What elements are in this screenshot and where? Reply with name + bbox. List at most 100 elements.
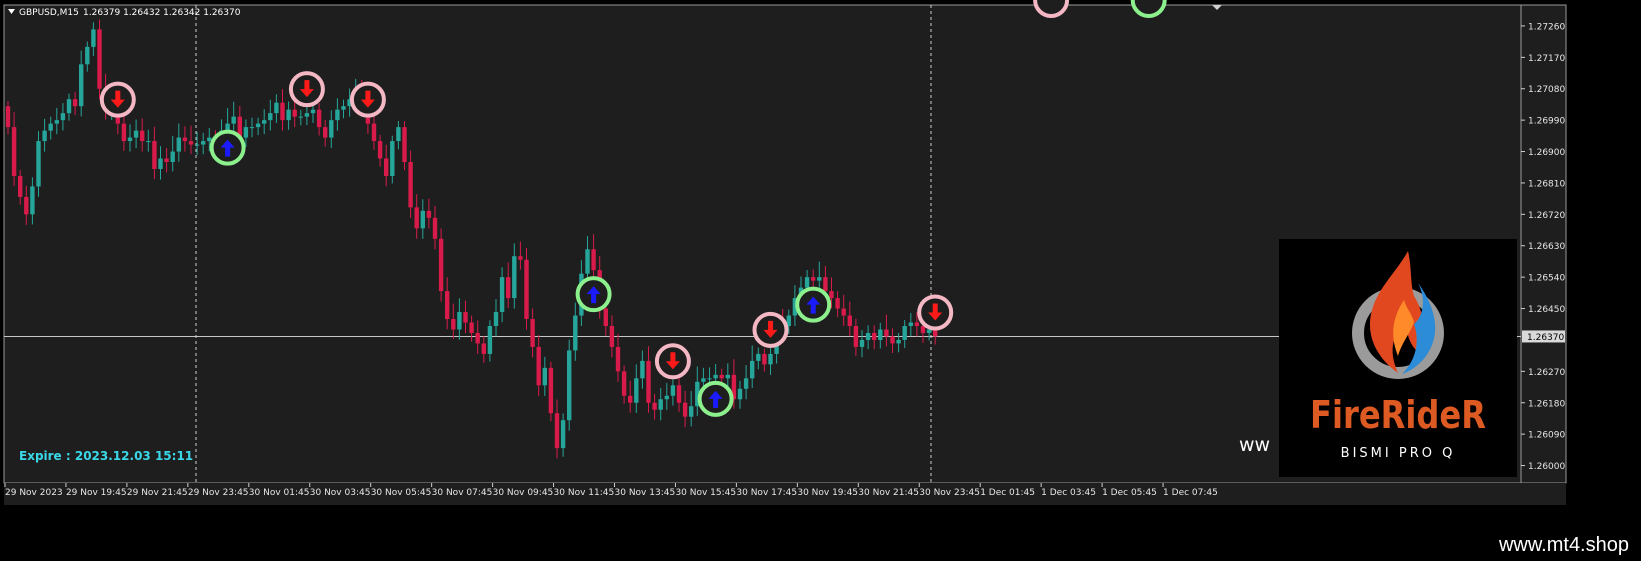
price-tick-label: 1.26900	[1528, 148, 1565, 158]
candle-body	[164, 158, 169, 163]
candle-body	[725, 374, 730, 379]
candle	[97, 19, 102, 100]
candle-body	[176, 137, 181, 152]
sell-signal-marker[interactable]	[99, 81, 136, 118]
candle-body	[768, 353, 773, 365]
buy-signal-marker[interactable]	[575, 276, 612, 313]
signal-ring-sell	[1033, 0, 1070, 18]
time-tick-label: 29 Nov 2023	[5, 488, 63, 498]
candle-body	[481, 343, 486, 354]
time-tick-label: 29 Nov 19:45	[66, 488, 127, 498]
candle-body	[743, 378, 749, 389]
candle-body	[268, 113, 273, 121]
candle-body	[249, 127, 255, 129]
sell-signal-marker[interactable]	[1033, 0, 1070, 18]
candle-body	[243, 127, 249, 138]
candle-body	[201, 141, 206, 145]
candle-body	[933, 329, 938, 337]
price-tick-label: 1.26450	[1528, 305, 1565, 315]
candle-body	[536, 346, 541, 386]
logo-subtitle: BISMI PRO Q	[1341, 446, 1456, 461]
sell-signal-marker[interactable]	[349, 81, 386, 118]
candle-body	[804, 277, 810, 288]
buy-signal-marker[interactable]	[795, 286, 832, 323]
candle-body	[335, 109, 340, 121]
time-tick-label: 30 Nov 03:45	[310, 488, 371, 498]
candle-body	[512, 256, 517, 299]
buy-signal-marker[interactable]	[209, 129, 246, 166]
candle-body	[689, 406, 694, 417]
candle-body	[11, 127, 17, 176]
candle-body	[79, 64, 84, 107]
candle-body	[341, 106, 346, 110]
price-tick-label: 1.26990	[1528, 117, 1565, 127]
sell-signal-marker[interactable]	[288, 71, 325, 108]
candle-body	[310, 109, 316, 114]
time-tick-label: 30 Nov 01:45	[249, 488, 310, 498]
candle-body	[414, 207, 419, 229]
candle-body	[274, 102, 279, 114]
buy-signal-marker[interactable]	[697, 380, 734, 417]
candle-body	[524, 259, 529, 320]
expire-label: Expire : 2023.12.03 15:11	[19, 449, 193, 463]
candle-body	[426, 210, 432, 218]
candle-body	[554, 413, 560, 449]
candle-body	[518, 256, 523, 260]
candle-body	[475, 332, 480, 344]
footer-url: www.mt4.shop	[1498, 534, 1629, 556]
current-price-label: 1.26370	[1527, 333, 1564, 343]
candle-body	[835, 298, 840, 309]
price-chart[interactable]: 1.27260 1.27170 1.27080 1.26990 1.26900 1.268…	[0, 0, 1641, 561]
price-tick-label: 1.26720	[1528, 211, 1565, 221]
candle-body	[487, 325, 493, 354]
candle-body	[286, 109, 291, 121]
candle-body	[878, 329, 883, 340]
candle-body	[18, 175, 23, 197]
candle-body	[719, 374, 724, 379]
candle-body	[628, 395, 633, 403]
candle-body	[54, 120, 59, 124]
time-tick-label: 1 Dec 03:45	[1041, 488, 1096, 498]
candle-body	[853, 325, 859, 347]
candle-body	[304, 113, 310, 117]
candle-body	[560, 420, 566, 449]
candle-body	[396, 127, 401, 142]
candle-body	[908, 322, 913, 326]
candle-body	[914, 322, 920, 326]
candle-body	[640, 360, 645, 379]
price-tick-label: 1.26000	[1528, 462, 1565, 472]
time-tick-label: 30 Nov 11:45	[554, 488, 615, 498]
candle-body	[890, 336, 895, 344]
time-tick-label: 30 Nov 05:45	[371, 488, 432, 498]
candle-body	[384, 158, 389, 176]
ohlc-readout: 1.26379 1.26432 1.26342 1.26370	[83, 8, 241, 18]
sell-signal-marker[interactable]	[752, 311, 789, 348]
time-tick-label: 30 Nov 15:45	[675, 488, 736, 498]
candle-body	[621, 371, 627, 396]
firerider-logo: FireRideR BISMI PRO Q	[1279, 239, 1517, 477]
candle-body	[841, 308, 846, 316]
candle-body	[676, 385, 682, 403]
candle-body	[146, 141, 151, 143]
candle-body	[420, 210, 425, 229]
time-tick-label: 30 Nov 07:45	[432, 488, 493, 498]
sell-signal-marker[interactable]	[654, 343, 691, 380]
time-tick-label: 29 Nov 21:45	[127, 488, 188, 498]
candle-body	[371, 123, 377, 142]
candle-body	[158, 158, 163, 169]
candle-body	[713, 374, 718, 379]
candle-body	[231, 116, 236, 124]
sell-signal-marker[interactable]	[917, 294, 954, 331]
candle-body	[438, 238, 444, 292]
candle-body	[30, 186, 35, 215]
price-tick-label: 1.26810	[1528, 179, 1565, 189]
candle-body	[262, 120, 267, 124]
logo-name: FireRideR	[1310, 393, 1486, 437]
candle-body	[542, 367, 547, 386]
chart-window: 1.27260 1.27170 1.27080 1.26990 1.26900 1.268…	[0, 0, 1641, 561]
buy-signal-marker[interactable]	[1130, 0, 1167, 18]
candle-body	[701, 378, 706, 382]
candle-body	[432, 217, 438, 239]
candle-body	[140, 130, 145, 142]
candle-body	[762, 353, 767, 365]
